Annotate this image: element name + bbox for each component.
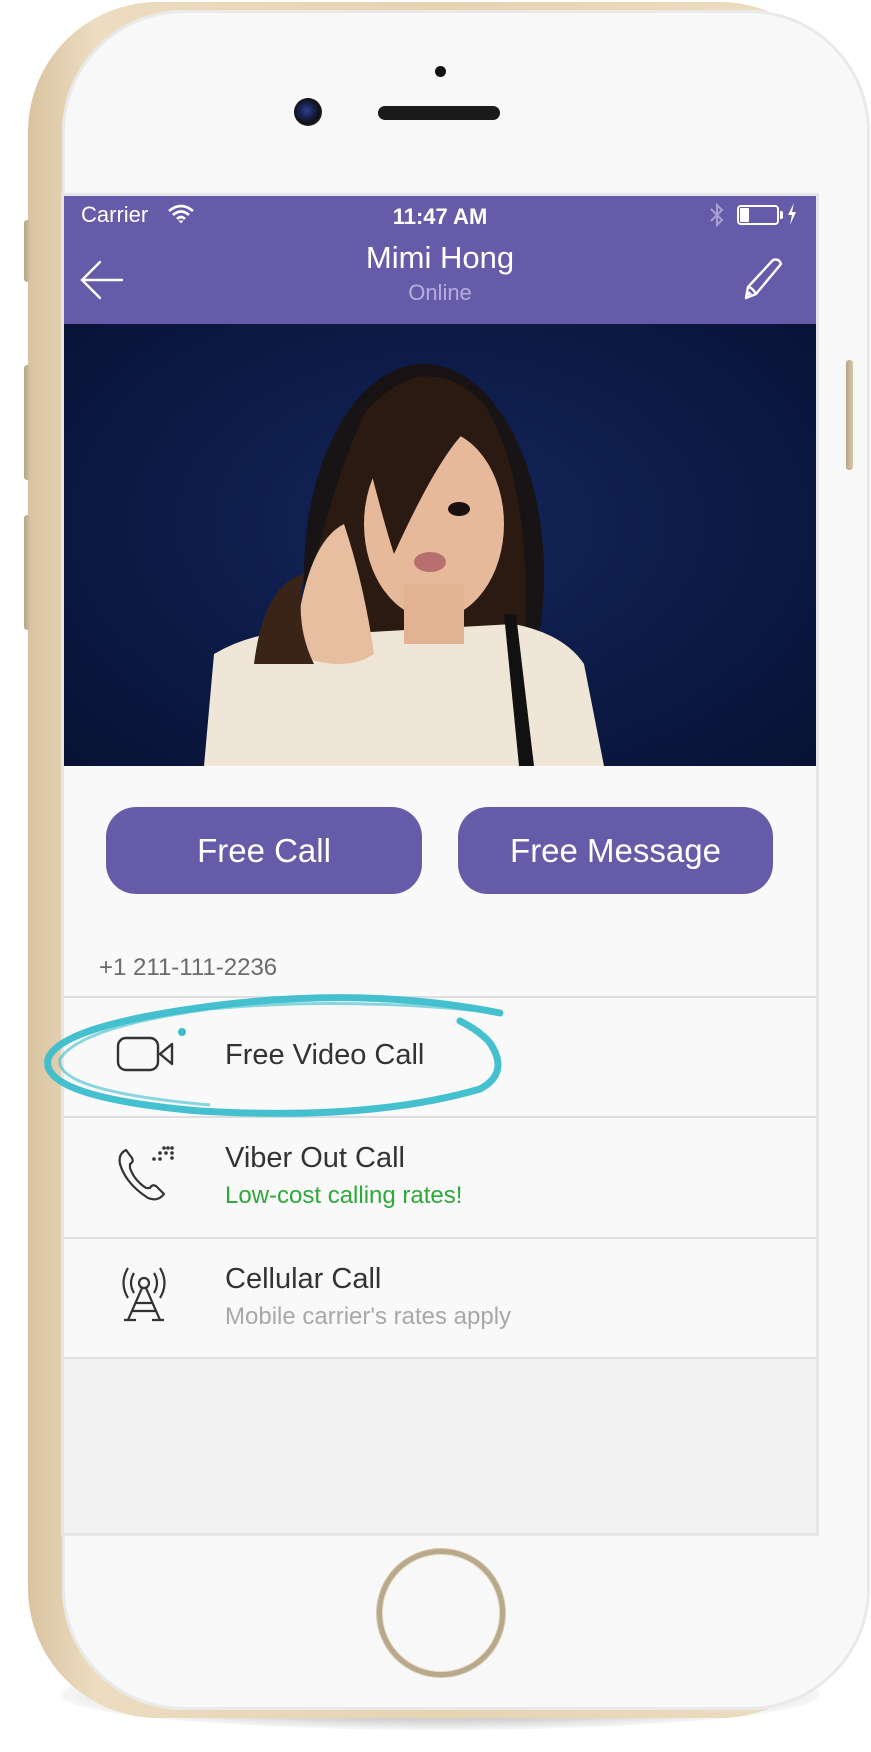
battery-tip bbox=[780, 211, 783, 219]
row-title: Cellular Call bbox=[225, 1263, 382, 1295]
battery-icon bbox=[737, 205, 779, 225]
bluetooth-icon bbox=[710, 202, 724, 228]
battery-level bbox=[740, 208, 749, 222]
call-option-viber-out-call[interactable]: Viber Out Call Low-cost calling rates! bbox=[64, 1118, 816, 1236]
contact-name: Mimi Hong bbox=[365, 240, 515, 275]
row-subtitle: Mobile carrier's rates apply bbox=[225, 1303, 512, 1330]
edit-button[interactable] bbox=[739, 254, 789, 304]
free-message-button[interactable]: Free Message bbox=[458, 807, 773, 894]
phone-number: +1 211-111-2236 bbox=[99, 954, 278, 981]
cell-tower-icon bbox=[122, 1267, 166, 1322]
status-time: 11:47 AM bbox=[392, 204, 488, 229]
power-button bbox=[846, 360, 853, 470]
divider bbox=[64, 1357, 816, 1359]
call-option-cellular-call[interactable]: Cellular Call Mobile carrier's rates app… bbox=[64, 1239, 816, 1357]
mute-switch bbox=[24, 220, 31, 282]
front-camera-icon bbox=[294, 98, 322, 126]
volume-up-button bbox=[24, 365, 31, 480]
status-bar: Carrier 11:47 AM bbox=[64, 196, 816, 232]
free-call-button[interactable]: Free Call bbox=[106, 807, 422, 894]
portrait-illustration bbox=[204, 364, 604, 766]
pencil-icon bbox=[744, 258, 783, 300]
video-camera-icon bbox=[116, 1028, 186, 1072]
phone-dots-icon bbox=[118, 1146, 174, 1201]
row-subtitle: Low-cost calling rates! bbox=[225, 1182, 463, 1209]
home-button[interactable] bbox=[377, 1549, 505, 1677]
call-option-free-video-call[interactable]: Free Video Call bbox=[64, 998, 816, 1116]
contact-status: Online bbox=[408, 280, 472, 305]
row-title: Free Video Call bbox=[225, 1039, 425, 1071]
empty-area bbox=[64, 1358, 816, 1533]
earpiece-speaker-icon bbox=[378, 106, 500, 120]
row-title: Viber Out Call bbox=[225, 1142, 405, 1174]
screen: Carrier 11:47 AM Mimi Hong Online Free C… bbox=[64, 196, 816, 1533]
navigation-bar: Carrier 11:47 AM Mimi Hong Online bbox=[64, 196, 816, 324]
new-badge-dot bbox=[178, 1028, 186, 1036]
contact-photo[interactable] bbox=[64, 324, 816, 766]
volume-down-button bbox=[24, 515, 31, 630]
proximity-sensor-icon bbox=[435, 66, 446, 77]
charging-bolt-icon bbox=[788, 203, 796, 225]
